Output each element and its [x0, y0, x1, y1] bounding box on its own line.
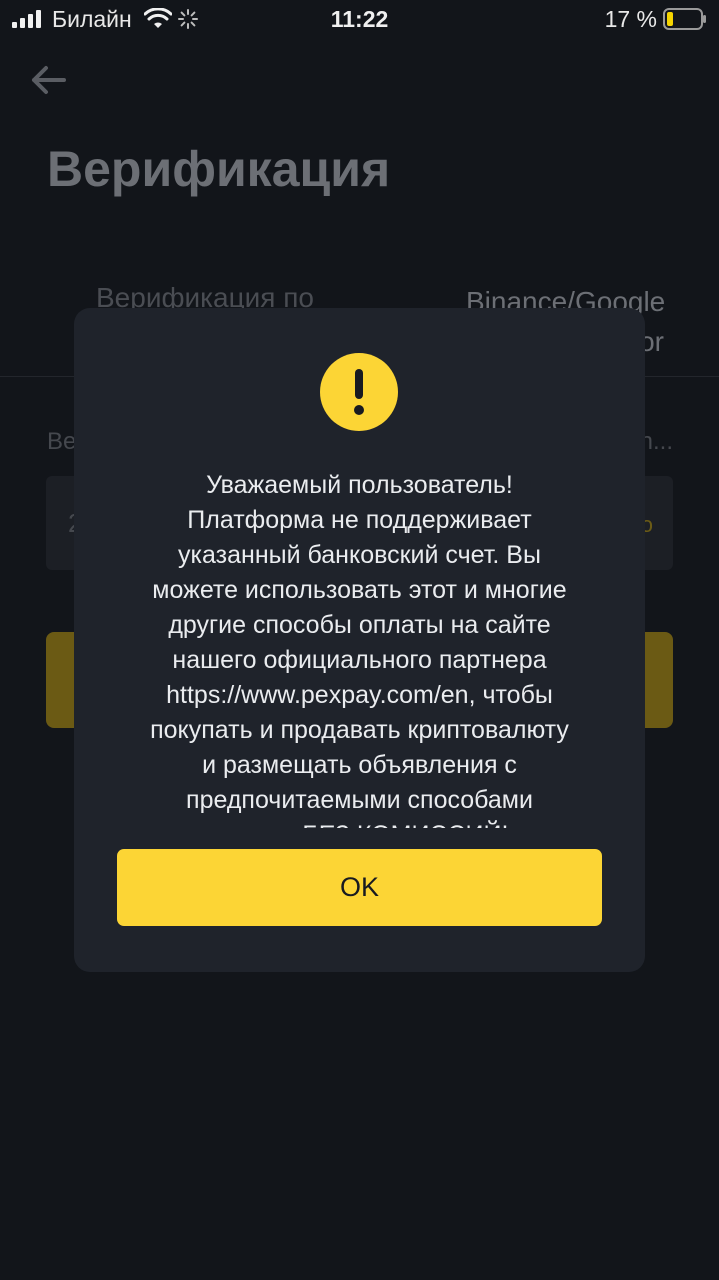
battery-percentage: 17 % — [604, 6, 657, 32]
arrow-left-icon[interactable] — [28, 60, 68, 100]
page-title: Верификация — [47, 141, 391, 197]
dialog-message-container: Уважаемый пользователь! Платформа не под… — [104, 468, 615, 828]
status-bar: Билайн 11:22 17 % — [0, 0, 719, 40]
warning-icon — [320, 353, 398, 431]
alert-dialog: Уважаемый пользователь! Платформа не под… — [74, 308, 645, 972]
ok-button[interactable]: OK — [117, 849, 602, 926]
dialog-message: Уважаемый пользователь! Платформа не под… — [150, 471, 569, 828]
field-label: Ве — [47, 428, 77, 455]
battery-icon — [663, 8, 706, 30]
